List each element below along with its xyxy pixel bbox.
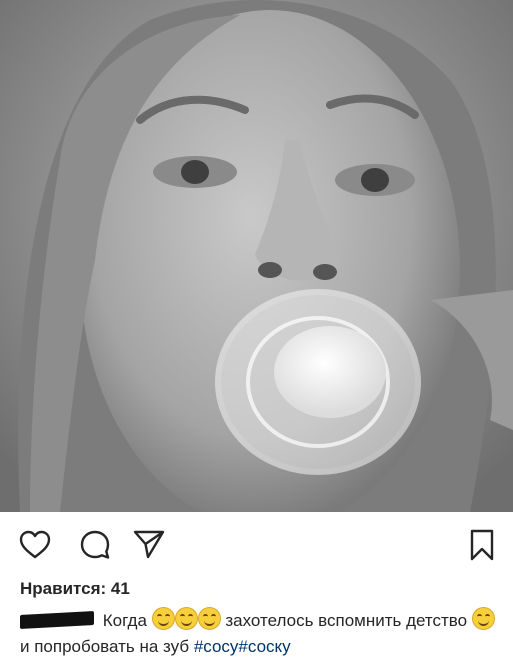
post-photo[interactable]	[0, 0, 513, 512]
hashtag-link[interactable]: #соску	[238, 637, 290, 656]
heart-icon[interactable]	[18, 528, 52, 562]
caption-text-1: Когда	[102, 611, 147, 630]
photo-image	[0, 0, 513, 512]
post-caption: Когда захотелось вспомнить детство и поп…	[20, 607, 500, 660]
caption-text-3: и попробовать на зуб	[20, 637, 190, 656]
smiling-emoji-icon	[471, 607, 495, 630]
comment-icon[interactable]	[78, 528, 112, 562]
likes-count[interactable]: Нравится: 41	[20, 579, 130, 599]
send-icon[interactable]	[132, 527, 166, 561]
grinning-emoji-icon	[151, 607, 175, 630]
grinning-emoji-icon	[197, 607, 221, 630]
caption-text-2: захотелось вспомнить детство	[225, 611, 468, 630]
grinning-emoji-icon	[174, 607, 198, 630]
bookmark-icon[interactable]	[465, 528, 495, 562]
username-redacted[interactable]	[20, 611, 94, 629]
hashtag-link[interactable]: #сосу	[194, 637, 239, 656]
post-actions-bar	[0, 512, 513, 574]
